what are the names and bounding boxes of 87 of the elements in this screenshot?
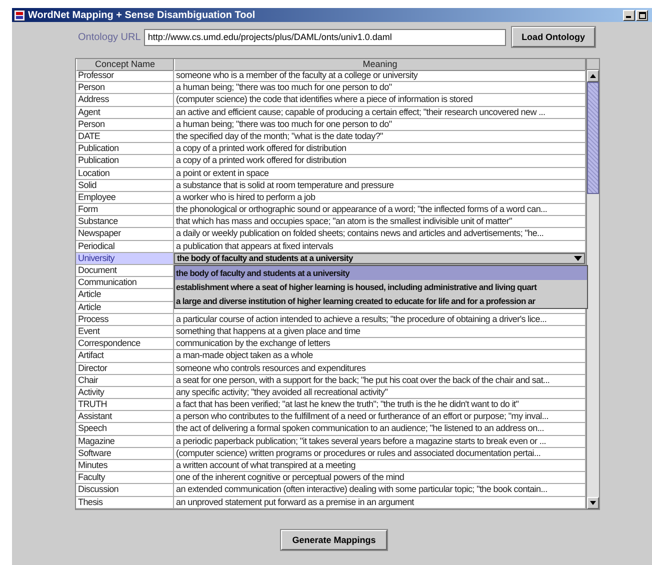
meaning-cell: an active and efficient cause; capable of producing a certain effect; "their research uncovered new ... [174,106,586,119]
meaning-cell: communication by the exchange of letters [174,338,586,350]
app-icon [14,10,25,20]
meaning-cell: a point or extent in space [174,168,586,180]
concept-cell[interactable]: Address [76,94,174,107]
meaning-cell: a substance that is solid at room temperature and pressure [174,180,586,192]
column-header[interactable]: Meaning [174,59,586,71]
concept-cell[interactable]: Substance [76,216,174,228]
concept-cell[interactable]: Artifact [76,350,174,362]
minimize-button[interactable] [623,10,635,20]
concept-cell[interactable]: Solid [76,180,174,192]
meaning-cell: a man-made object taken as a whole [174,350,586,362]
meaning-cell: (computer science) the code that identifies where a piece of information is stored [174,94,586,107]
concept-cell[interactable]: Article [76,289,174,302]
concept-cell[interactable]: Publication [76,143,174,156]
meaning-cell: a particular course of action intended to achieve a results; "the procedure of obtaining a driver's lice... [174,314,586,326]
up-arrow-icon [590,74,596,78]
meaning-cell: something that happens at a given place and time [174,326,586,338]
meaning-cell: a periodic paperback publication; "it takes several years before a magazine starts to break even or ... [174,436,586,448]
meaning-cell: any specific activity; "they avoided all recreational activity" [174,386,586,400]
meaning-cell: an extended communication (often interactive) dealing with some particular topic; "the book contain... [174,484,586,497]
scroll-thumb[interactable] [587,82,599,194]
concept-cell[interactable]: Minutes [76,460,174,472]
dropdown-option[interactable]: a large and diverse institution of higher learning created to educate for life and for a profession ar [175,294,587,308]
concept-cell[interactable]: Professor [76,70,174,82]
meaning-cell: a written account of what transpired at a meeting [174,460,586,472]
meaning-cell: the specified day of the month; "what is the date today?" [174,130,586,144]
meaning-cell: the phonological or orthographic sound or appearance of a word; "the inflected forms of a word can... [174,204,586,216]
load-ontology-button[interactable]: Load Ontology [512,27,595,47]
concept-cell[interactable]: Employee [76,192,174,204]
meaning-cell: that which has mass and occupies space; "an atom is the smallest indivisible unit of matter" [174,216,586,228]
concept-cell[interactable]: DATE [76,130,174,144]
concept-cell[interactable]: Faculty [76,472,174,484]
dropdown-option[interactable]: establishment where a seat of higher learning is housed, including administrative and living quart [175,280,587,294]
meaning-cell: a person who contributes to the fulfillment of a need or furtherance of an effort or purpose; "my inval... [174,411,586,424]
meaning-cell: someone who controls resources and expenditures [174,362,586,375]
meaning-cell: an unproved statement put forward as a premise in an argument [174,496,586,509]
concept-cell[interactable]: Location [76,168,174,180]
generate-mappings-button[interactable]: Generate Mappings [281,530,387,550]
concept-cell[interactable]: Discussion [76,484,174,497]
column-header[interactable]: Concept Name [76,59,174,71]
meaning-cell: a human being; "there was too much for one person to do" [174,118,586,131]
concept-cell[interactable]: Thesis [76,496,174,509]
concept-cell[interactable]: Speech [76,423,174,436]
dropdown-option[interactable]: the body of faculty and students at a university [175,266,587,280]
concept-cell[interactable]: TRUTH [76,399,174,412]
down-arrow-icon [590,500,596,505]
concept-cell[interactable]: Person [76,82,174,94]
concept-cell[interactable]: Software [76,448,174,460]
concept-cell[interactable]: Director [76,362,174,375]
url-field[interactable]: http://www.cs.umd.edu/projects/plus/DAML/onts/univ1.0.daml [144,28,506,46]
concept-cell[interactable]: Publication [76,155,174,168]
concept-cell[interactable]: Process [76,314,174,326]
concept-cell[interactable]: Person [76,118,174,131]
scroll-down-button[interactable] [587,496,599,509]
concept-cell[interactable]: Assistant [76,411,174,424]
concept-cell[interactable]: Newspaper [76,228,174,241]
concept-cell[interactable]: Communication [76,277,174,290]
concept-cell[interactable]: Correspondence [76,338,174,350]
concept-cell[interactable]: Article [76,302,174,314]
maximize-icon [638,12,646,18]
concept-cell[interactable]: Chair [76,374,174,387]
scrollbar[interactable] [586,59,599,509]
concept-cell[interactable]: Form [76,204,174,216]
concept-cell[interactable]: Magazine [76,436,174,448]
meaning-cell: one of the inherent cognitive or perceptual powers of the mind [174,472,586,484]
maximize-button[interactable] [636,10,648,20]
meaning-cell: a fact that has been verified; "at last he knew the truth"; "the truth is the he didn't want to do it" [174,399,586,412]
concept-cell[interactable]: Activity [76,386,174,400]
concept-cell[interactable]: Event [76,326,174,338]
meaning-cell: a worker who is hired to perform a job [174,192,586,204]
meaning-cell: a copy of a printed work offered for distribution [174,155,586,168]
meaning-cell: someone who is a member of the faculty at a college or university [174,70,586,82]
meaning-cell: a seat for one person, with a support for the back; "he put his coat over the back of the chair and sat... [174,374,586,387]
url-label: Ontology URL [78,32,141,42]
concept-cell[interactable]: Agent [76,106,174,119]
meaning-dropdown[interactable]: the body of faculty and students at a university [174,252,585,264]
meaning-cell: a daily or weekly publication on folded sheets; contains news and articles and advertisements; "he... [174,228,586,241]
meaning-cell: the act of delivering a formal spoken communication to an audience; "he listened to an address on... [174,423,586,436]
scroll-up-button[interactable] [587,70,599,82]
concept-cell[interactable]: Document [76,265,174,278]
window-title: WordNet Mapping + Sense Disambiguation Tool [28,10,256,20]
meaning-cell: (computer science) written programs or procedures or rules and associated documentation pertai... [174,448,586,460]
caret-icon [574,256,582,261]
meaning-cell: a copy of a printed work offered for distribution [174,143,586,156]
meaning-cell: a human being; "there was too much for one person to do" [174,82,586,94]
concept-cell[interactable]: University [76,252,174,265]
